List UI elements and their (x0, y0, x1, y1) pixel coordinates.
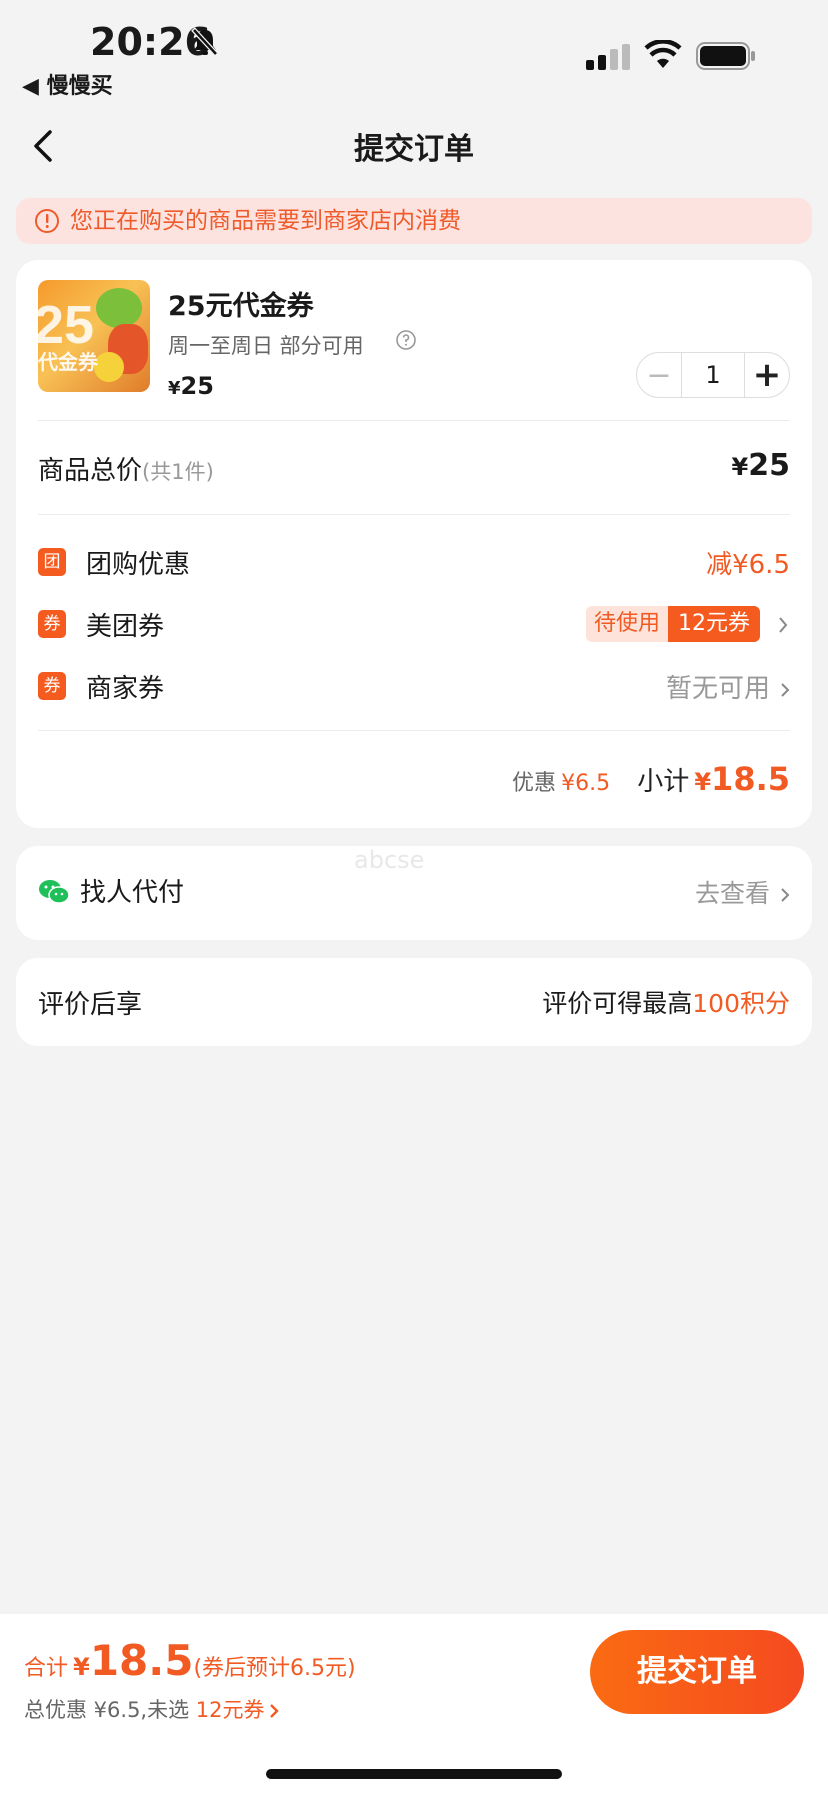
discount-label: 优惠 (512, 771, 557, 796)
chevron-right-icon[interactable] (778, 616, 788, 634)
wifi-icon (644, 40, 682, 68)
group-discount-row: 团 团购优惠 减¥6.5 (38, 544, 790, 584)
quantity-stepper[interactable]: − 1 + (636, 352, 790, 398)
subtotal-value: ¥18.5 (694, 760, 790, 798)
divider (38, 420, 790, 421)
product-price: ¥25 (168, 372, 214, 400)
checkout-total: 合计 ¥18.5(券后预计6.5元) (24, 1636, 356, 1685)
coupon-tag[interactable]: 待使用 12元券 (585, 606, 760, 642)
wechat-icon (39, 880, 70, 904)
chevron-right-icon[interactable] (269, 1703, 279, 1719)
quantity-value[interactable]: 1 (681, 353, 745, 397)
coupon-badge-icon: 券 (38, 610, 66, 638)
total-amount: 18.5 (89, 1636, 194, 1685)
pay-for-me-label: 找人代付 (80, 878, 185, 908)
group-badge-icon: 团 (38, 548, 66, 576)
chevron-right-icon[interactable] (780, 682, 790, 698)
decrease-button[interactable]: − (637, 353, 681, 397)
bell-slash-icon (191, 27, 219, 57)
notice-text: 您正在购买的商品需要到商家店内消费 (70, 208, 461, 234)
meituan-coupon-row[interactable]: 券 美团券 待使用 12元券 (38, 606, 790, 646)
after-coupon-estimate: (券后预计6.5元) (193, 1656, 356, 1681)
order-card: 25 代金券 25元代金券 周一至周日 部分可用 ¥25 − 1 + 商品总价(… (16, 260, 812, 828)
review-prefix: 评价可得最高 (542, 989, 693, 1018)
nav-bar: 提交订单 (0, 110, 828, 180)
divider (38, 730, 790, 731)
chevron-right-icon[interactable] (780, 887, 790, 903)
home-indicator (266, 1769, 562, 1779)
group-discount-value: 减¥6.5 (706, 550, 790, 580)
group-discount-label: 团购优惠 (86, 550, 191, 580)
pay-for-me-card[interactable]: abcse 找人代付 去查看 (16, 846, 812, 940)
help-circle-icon[interactable] (394, 328, 418, 352)
meituan-coupon-label: 美团券 (86, 612, 165, 642)
review-reward-card: 评价后享 评价可得最高100积分 (16, 958, 812, 1046)
alert-circle-icon (35, 209, 59, 233)
merchant-coupon-row[interactable]: 券 商家券 暂无可用 (38, 668, 790, 708)
product-image[interactable]: 25 代金券 (38, 280, 150, 392)
product-name[interactable]: 25元代金券 (168, 284, 314, 323)
total-discount-line[interactable]: 总优惠 ¥6.5,未选 12元券 (24, 1694, 279, 1724)
discount-value: ¥6.5 (561, 771, 611, 796)
coupon-status: 待使用 (585, 606, 668, 642)
battery-icon (696, 42, 755, 70)
view-link: 去查看 (694, 879, 770, 908)
goods-count: (共1件) (142, 460, 214, 484)
product-availability: 周一至周日 部分可用 (168, 334, 364, 358)
page-title: 提交订单 (354, 132, 474, 167)
goods-total-label: 商品总价 (38, 456, 143, 486)
back-to-app-link[interactable]: ◀ 慢慢买 (22, 68, 113, 100)
watermark: abcse (354, 846, 425, 874)
divider (38, 514, 790, 515)
checkout-bar: 合计 ¥18.5(券后预计6.5元) 总优惠 ¥6.5,未选 12元券 提交订单 (0, 1614, 828, 1795)
subtotal-row: 优惠 ¥6.5 小计 ¥18.5 (38, 760, 790, 804)
merchant-coupon-value: 暂无可用 (665, 674, 770, 704)
unselected-coupon-link: 12元券 (195, 1698, 265, 1722)
goods-total-row: 商品总价(共1件) ¥25 (38, 448, 790, 488)
review-label: 评价后享 (38, 990, 143, 1020)
signal-icon (586, 44, 630, 70)
goods-total-value: ¥25 (731, 448, 790, 483)
subtotal-label: 小计 (637, 767, 690, 797)
coupon-badge-icon: 券 (38, 672, 66, 700)
status-bar: 20:26 ◀ 慢慢买 (0, 0, 828, 100)
total-label: 合计 (24, 1656, 69, 1681)
increase-button[interactable]: + (745, 353, 789, 397)
submit-order-button[interactable]: 提交订单 (590, 1630, 804, 1714)
review-points: 100积分 (692, 989, 790, 1018)
merchant-coupon-label: 商家券 (86, 674, 165, 704)
store-notice: 您正在购买的商品需要到商家店内消费 (16, 198, 812, 244)
coupon-amount: 12元券 (668, 606, 760, 642)
